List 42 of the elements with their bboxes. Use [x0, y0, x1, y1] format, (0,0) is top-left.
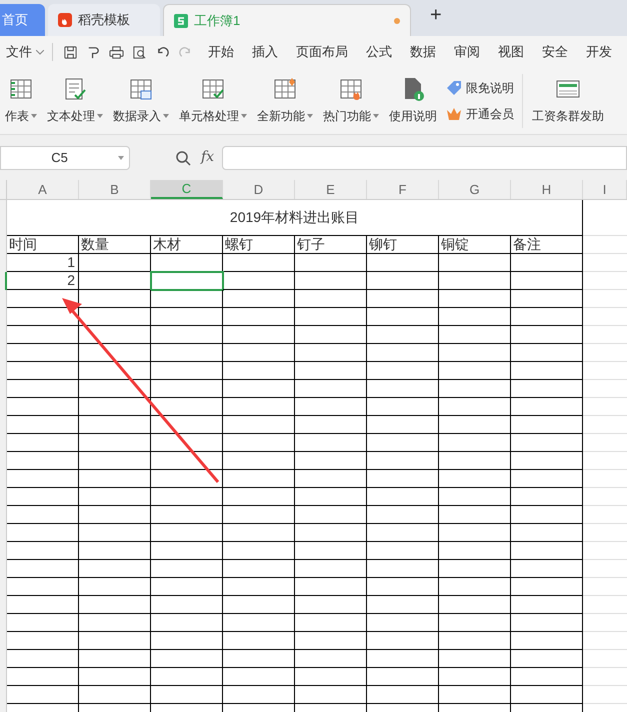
header-cell: 时间 — [7, 236, 79, 254]
menu-tab[interactable]: 开始 — [199, 42, 243, 62]
ribbon-button[interactable]: 使用说明 — [384, 77, 442, 125]
document-tab[interactable]: 稻壳模板 — [48, 4, 160, 36]
menu-tab[interactable]: 数据 — [401, 42, 445, 62]
header-cell: 备注 — [511, 236, 583, 254]
header-cell: 钉子 — [295, 236, 367, 254]
ribbon-button[interactable]: 热门功能 — [318, 77, 384, 125]
column-header[interactable]: F — [367, 180, 439, 199]
ribbon-button[interactable]: 数据录入 — [108, 77, 174, 125]
column-header[interactable]: I — [583, 180, 627, 199]
header-cell: 铜锭 — [439, 236, 511, 254]
column-header[interactable]: A — [7, 180, 79, 199]
ribbon-button[interactable]: 全新功能 — [252, 77, 318, 125]
column-header[interactable]: E — [295, 180, 367, 199]
ribbon-button[interactable]: 作表 — [0, 77, 42, 125]
menu-tab[interactable]: 视图 — [489, 42, 533, 62]
menu-tab[interactable]: 插入 — [243, 42, 287, 62]
header-cell: 数量 — [79, 236, 151, 254]
new-tab-button[interactable]: + — [422, 0, 450, 30]
ribbon-small-button[interactable]: 开通会员 — [446, 105, 514, 123]
table-cell[interactable]: 2 — [7, 272, 79, 290]
menu-tab[interactable]: 公式 — [357, 42, 401, 62]
header-cell: 铆钉 — [367, 236, 439, 254]
column-header[interactable]: G — [439, 180, 511, 199]
table-cell[interactable]: 1 — [7, 254, 79, 272]
menu-tab[interactable]: 安全 — [533, 42, 577, 62]
ribbon-button[interactable]: 工资条群发助 — [527, 77, 609, 125]
header-cell: 木材 — [151, 236, 223, 254]
name-box[interactable]: C5 — [0, 146, 130, 170]
menu-tab[interactable]: 页面布局 — [287, 42, 357, 62]
function-label[interactable]: fx — [201, 147, 214, 168]
file-menu[interactable]: 文件 — [0, 42, 48, 62]
sheet-title: 2019年材料进出账目 — [7, 200, 583, 236]
header-cell: 螺钉 — [223, 236, 295, 254]
ribbon-button[interactable]: 单元格处理 — [174, 77, 252, 125]
column-header[interactable]: D — [223, 180, 295, 199]
menu-tab[interactable]: 开发 — [577, 42, 621, 62]
column-header[interactable]: H — [511, 180, 583, 199]
ribbon-small-button[interactable]: 限免说明 — [446, 79, 514, 97]
menu-tab[interactable]: 审阅 — [445, 42, 489, 62]
ribbon-button[interactable]: 文本处理 — [42, 77, 108, 125]
